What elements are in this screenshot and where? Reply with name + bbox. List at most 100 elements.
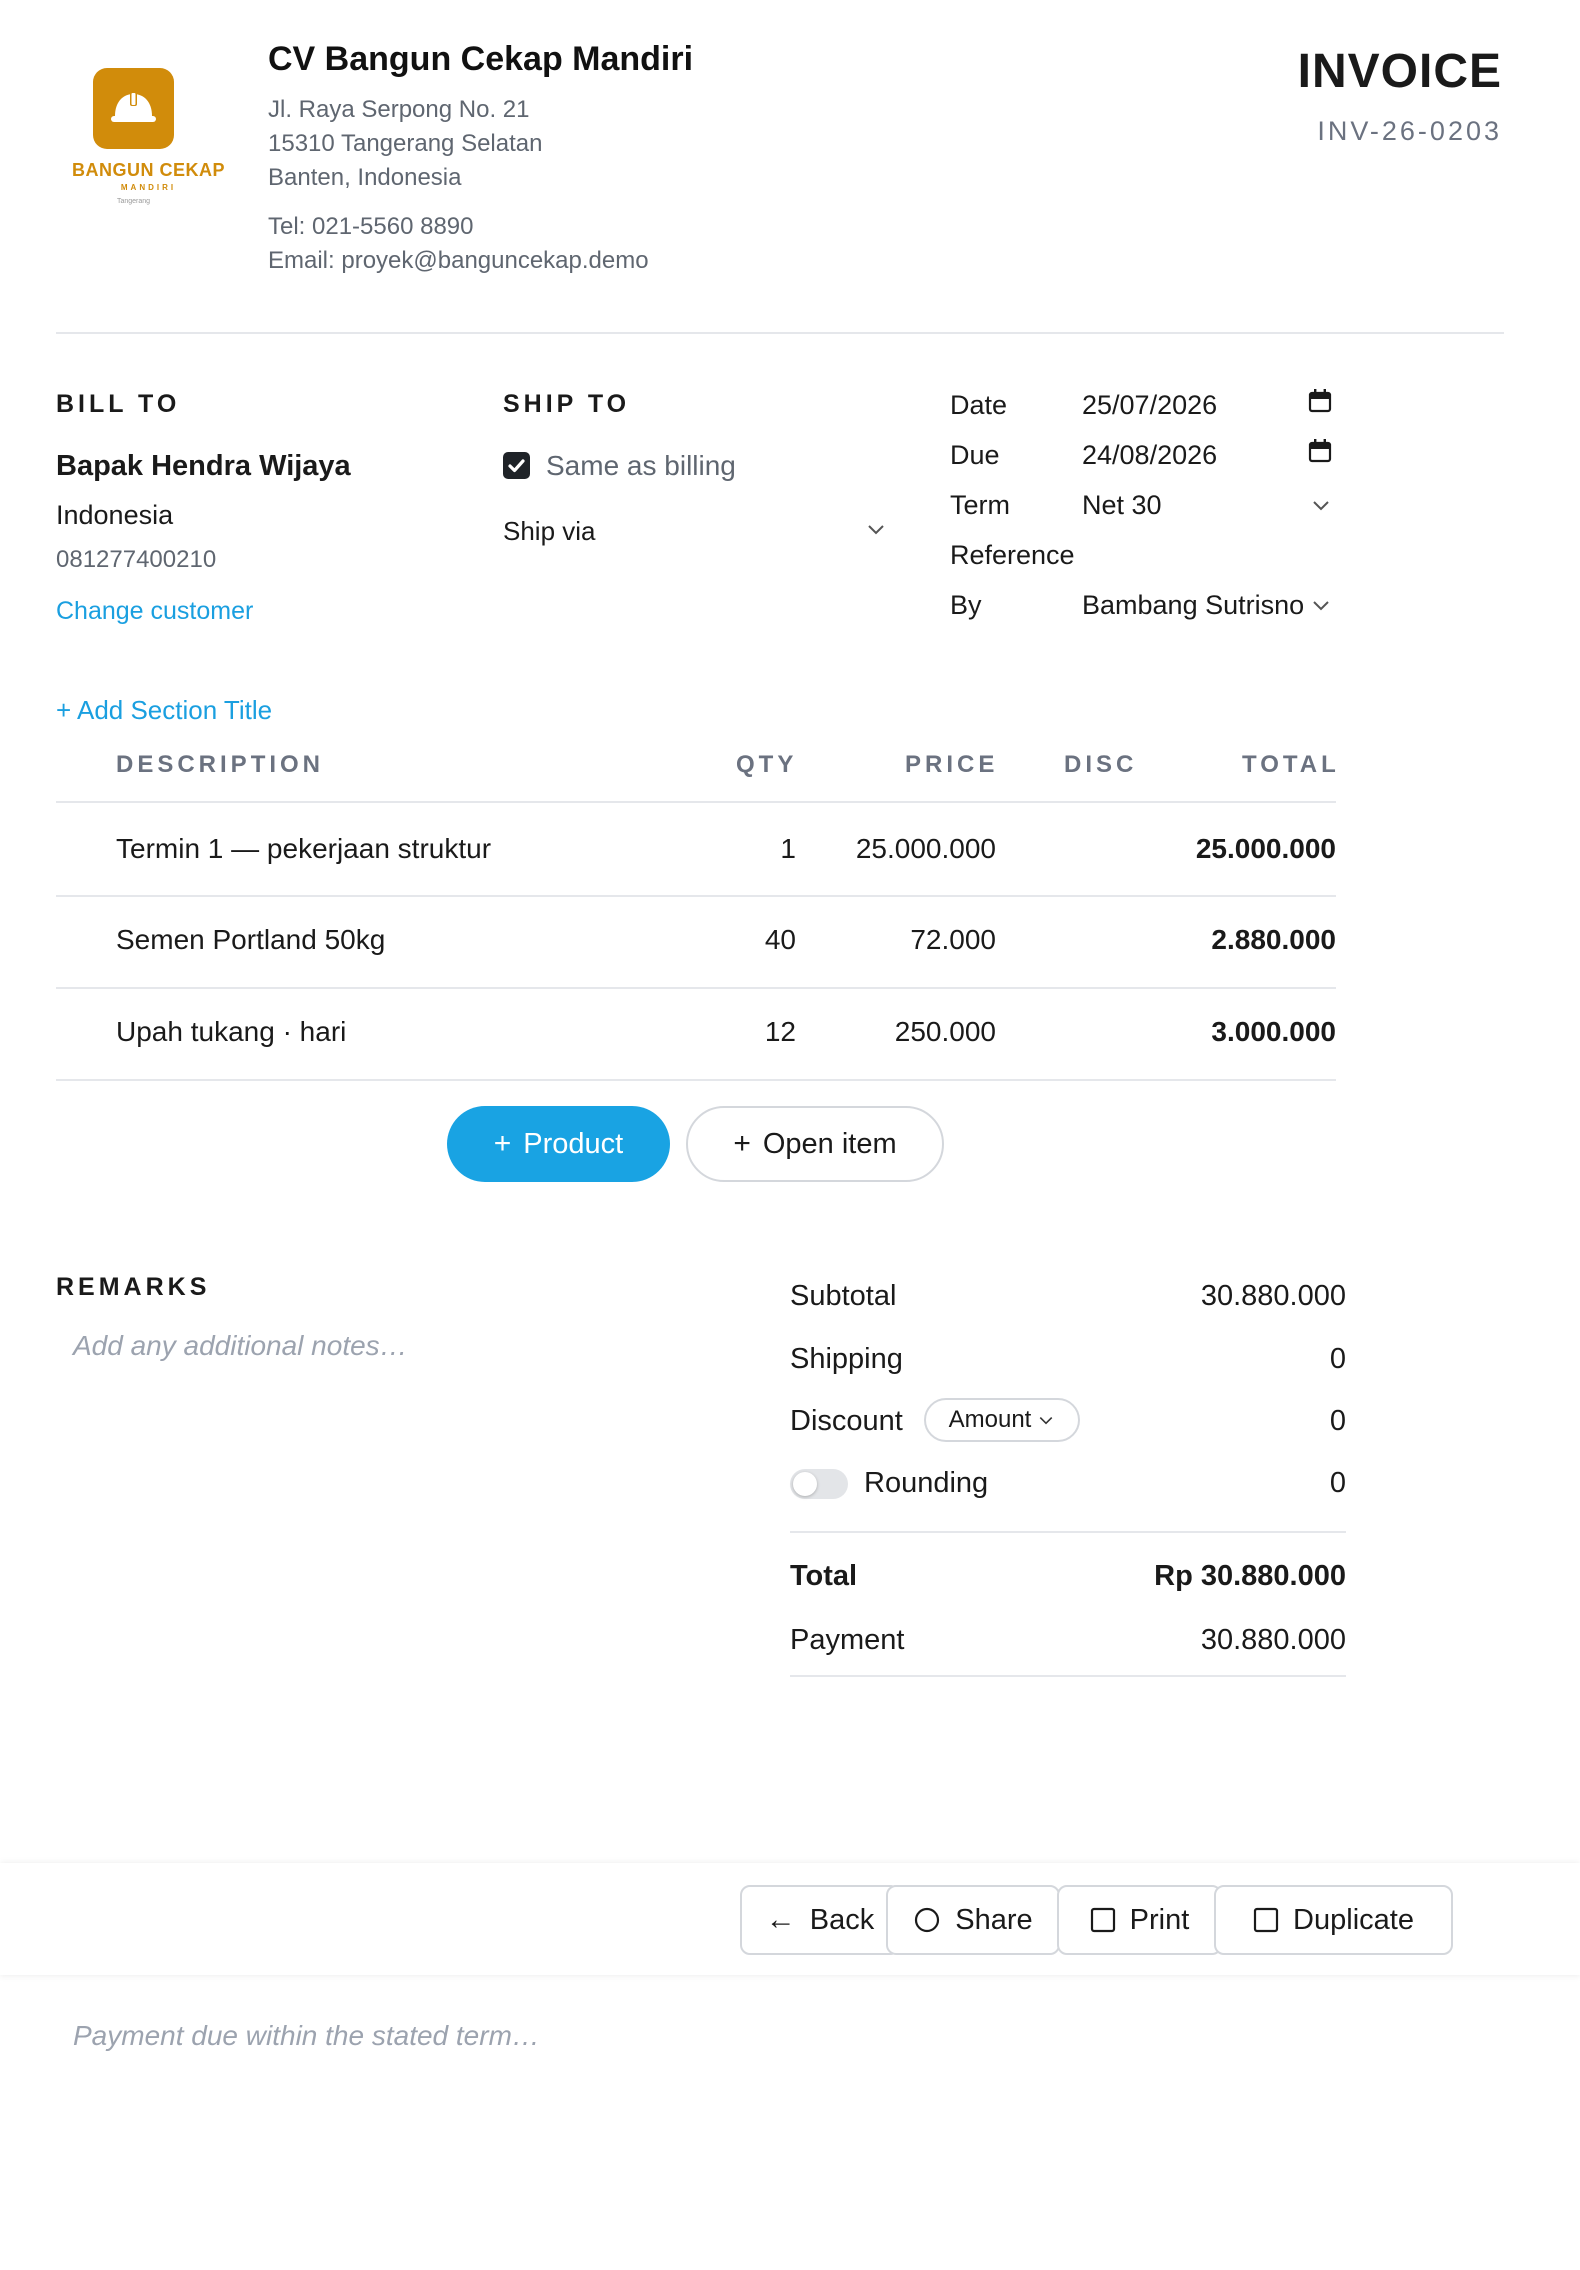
add-product-label: Product — [523, 1127, 624, 1160]
same-as-billing-label: Same as billing — [546, 450, 736, 481]
column-header-disc: DISC — [1064, 751, 1138, 778]
reference-input[interactable] — [1082, 540, 1336, 576]
logo-location: Tangerang — [116, 198, 151, 205]
add-section-title-link[interactable]: + Add Section Title — [56, 695, 272, 726]
row-description[interactable]: Upah tukang · hari — [116, 1016, 346, 1048]
row-qty[interactable]: 40 — [676, 924, 796, 956]
hard-hat-icon — [111, 92, 156, 122]
add-open-item-label: Open item — [762, 1127, 897, 1160]
print-button[interactable]: Print — [1057, 1885, 1222, 1955]
header-divider — [56, 332, 1504, 334]
row-description[interactable]: Semen Portland 50kg — [116, 924, 385, 956]
due-value: 24/08/2026 — [1082, 440, 1218, 470]
summary-divider — [790, 1531, 1346, 1533]
rounding-label: Rounding — [864, 1467, 989, 1499]
table-row[interactable]: Semen Portland 50kg 40 72.000 2.880.000 — [56, 897, 1336, 987]
row-price[interactable]: 25.000.000 — [816, 833, 996, 865]
shipping-label: Shipping — [790, 1343, 903, 1375]
column-header-total: TOTAL — [1242, 751, 1340, 778]
bill-to-heading: BILL TO — [56, 390, 181, 418]
back-button[interactable]: ← Back — [740, 1885, 900, 1955]
toggle-knob — [793, 1472, 817, 1496]
by-value: Bambang Sutrisno — [1082, 590, 1305, 620]
calendar-icon — [1308, 439, 1332, 463]
row-price[interactable]: 250.000 — [816, 1016, 996, 1048]
company-email: Email: proyek@banguncekap.demo — [268, 247, 649, 274]
due-date-field[interactable]: 24/08/2026 — [1082, 430, 1336, 480]
row-total: 25.000.000 — [1195, 833, 1336, 864]
company-name: CV Bangun Cekap Mandiri — [268, 40, 694, 78]
row-qty[interactable]: 12 — [676, 1016, 796, 1048]
payment-value[interactable]: 30.880.000 — [1201, 1624, 1346, 1657]
customer-country: Indonesia — [56, 500, 174, 530]
table-row[interactable]: Termin 1 — pekerjaan struktur 1 25.000.0… — [56, 803, 1336, 895]
discount-label: Discount — [790, 1405, 903, 1437]
company-address-line2: 15310 Tangerang Selatan — [268, 130, 543, 157]
same-as-billing-checkbox[interactable] — [503, 452, 530, 479]
table-row[interactable]: Upah tukang · hari 12 250.000 3.000.000 — [56, 989, 1336, 1079]
duplicate-label: Duplicate — [1293, 1903, 1414, 1936]
plus-icon: + — [493, 1127, 512, 1160]
date-value: 25/07/2026 — [1082, 390, 1218, 420]
due-label: Due — [950, 440, 1000, 470]
payment-label: Payment — [790, 1624, 905, 1656]
discount-mode-value: Amount — [948, 1406, 1032, 1433]
add-product-button[interactable]: + Product — [447, 1106, 670, 1182]
chevron-down-icon — [1040, 1416, 1053, 1425]
by-label: By — [950, 590, 982, 620]
add-open-item-button[interactable]: + Open item — [686, 1106, 944, 1182]
payment-divider — [790, 1675, 1346, 1677]
duplicate-icon — [1253, 1907, 1279, 1933]
row-divider — [56, 1079, 1336, 1081]
discount-mode-select[interactable]: Amount — [924, 1398, 1080, 1442]
print-icon — [1090, 1907, 1115, 1933]
row-description[interactable]: Termin 1 — pekerjaan struktur — [116, 833, 491, 865]
column-header-price: PRICE — [905, 751, 999, 778]
date-field[interactable]: 25/07/2026 — [1082, 380, 1336, 430]
logo-name: BANGUN CEKAP — [71, 160, 225, 180]
calendar-icon — [1308, 389, 1332, 413]
subtotal-value: 30.880.000 — [1200, 1280, 1346, 1312]
change-customer-link[interactable]: Change customer — [56, 597, 253, 626]
row-qty[interactable]: 1 — [676, 833, 796, 865]
discount-value[interactable]: 0 — [1330, 1405, 1346, 1438]
remarks-heading: REMARKS — [56, 1273, 211, 1301]
share-icon — [915, 1907, 940, 1933]
invoice-title: INVOICE — [1297, 45, 1502, 98]
back-label: Back — [809, 1903, 875, 1936]
ship-via-label: Ship via — [503, 516, 596, 546]
by-select[interactable]: Bambang Sutrisno — [1082, 580, 1336, 630]
reference-label: Reference — [950, 540, 1075, 570]
duplicate-button[interactable]: Duplicate — [1214, 1885, 1453, 1955]
footer-notes-textarea[interactable]: Payment due within the stated term… — [73, 2020, 1373, 2220]
rounding-toggle[interactable] — [790, 1469, 848, 1499]
term-select[interactable]: Net 30 — [1082, 480, 1336, 530]
company-address-line1: Jl. Raya Serpong No. 21 — [268, 96, 530, 123]
ship-to-heading: SHIP TO — [503, 390, 631, 418]
checkmark-icon — [508, 459, 525, 473]
ship-via-select[interactable]: Ship via — [503, 505, 891, 555]
row-total: 3.000.000 — [1211, 1016, 1336, 1047]
row-total: 2.880.000 — [1211, 924, 1336, 955]
row-price[interactable]: 72.000 — [816, 924, 996, 956]
rounding-value: 0 — [1329, 1467, 1346, 1499]
total-value: Rp 30.880.000 — [1154, 1560, 1346, 1592]
chevron-down-icon — [1313, 601, 1329, 611]
date-label: Date — [950, 390, 1008, 420]
subtotal-label: Subtotal — [790, 1280, 897, 1312]
arrow-left-icon: ← — [765, 1903, 796, 1936]
company-address-line3: Banten, Indonesia — [268, 164, 462, 191]
chevron-down-icon — [1313, 501, 1329, 511]
remarks-textarea[interactable]: Add any additional notes… — [73, 1330, 693, 1570]
column-header-description: DESCRIPTION — [116, 751, 325, 778]
company-tel: Tel: 021-5560 8890 — [268, 213, 474, 240]
term-value: Net 30 — [1082, 490, 1162, 520]
customer-phone: 081277400210 — [56, 546, 217, 573]
invoice-number: INV-26-0203 — [1317, 116, 1502, 146]
logo-subtitle: MANDIRI — [120, 183, 177, 192]
customer-name: Bapak Hendra Wijaya — [56, 450, 351, 482]
share-label: Share — [955, 1903, 1033, 1936]
shipping-value[interactable]: 0 — [1330, 1343, 1346, 1376]
share-button[interactable]: Share — [886, 1885, 1060, 1955]
chevron-down-icon — [868, 525, 884, 535]
